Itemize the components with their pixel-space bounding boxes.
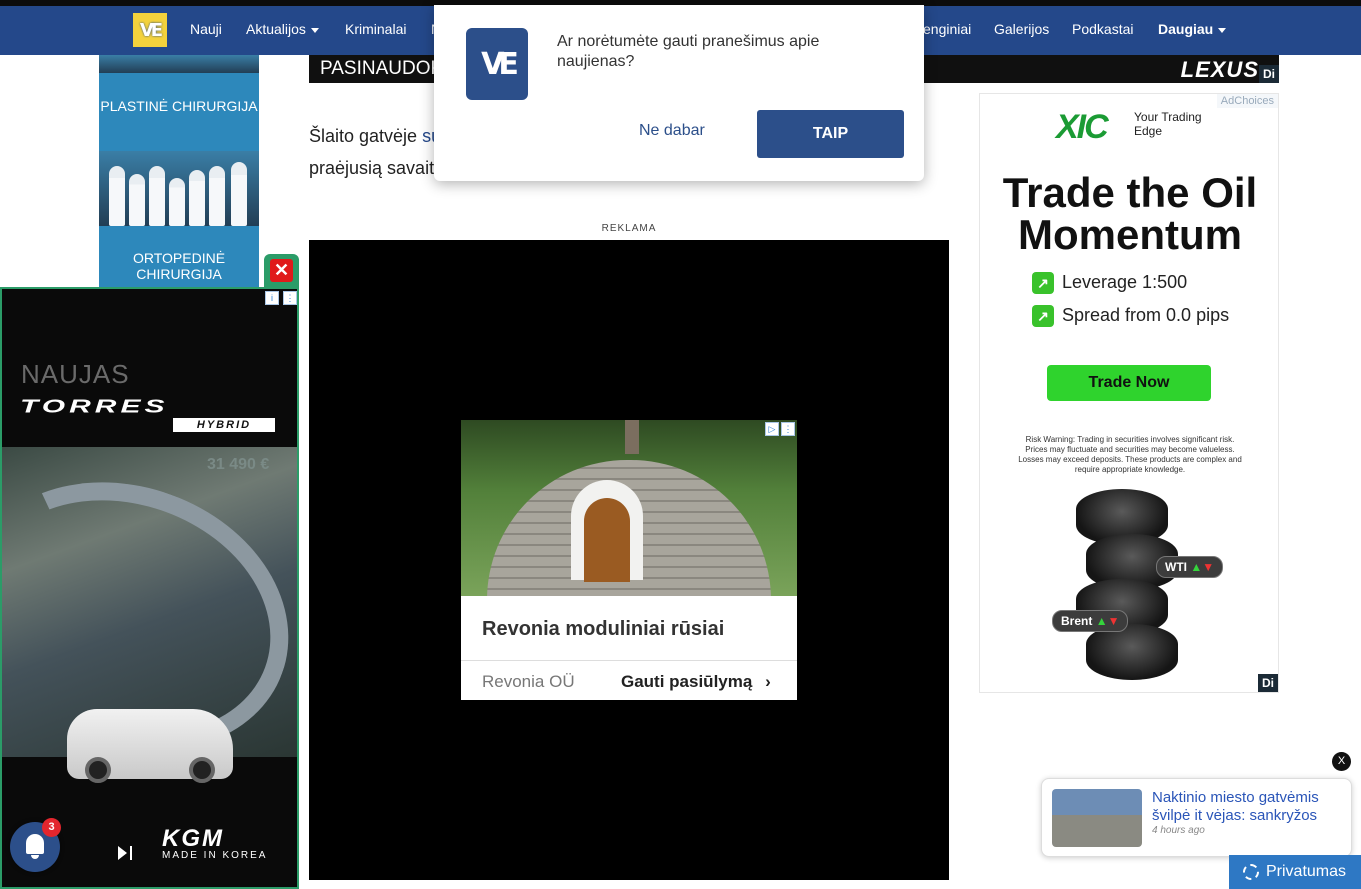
risk-warning: Risk Warning: Trading in securities invo… — [1018, 435, 1242, 474]
chimney — [625, 420, 639, 454]
doctors-photo-top — [99, 55, 259, 73]
nav-item-renginiai[interactable]: enginiai — [923, 21, 971, 37]
ad-bullet-leverage: ↗ Leverage 1:500 — [1032, 272, 1188, 295]
close-ad-tab[interactable]: ✕ — [264, 254, 299, 287]
cellar-image: ▷ ⋮ — [461, 420, 797, 596]
right-skyscraper-ad[interactable]: AdChoices XIC Your Trading Edge Trade th… — [979, 93, 1279, 693]
recommended-article-card[interactable]: Naktinio miesto gatvėmis švilpė it vėjas… — [1041, 778, 1352, 857]
wti-pill: WTI ▲▼ — [1156, 556, 1224, 578]
bell-clapper — [31, 855, 39, 859]
trade-now-button[interactable]: Trade Now — [1047, 365, 1211, 401]
left-sticky-ad[interactable]: i ⋮ NAUJAS TORRES HYBRID 31 490 € KGM MA… — [0, 287, 299, 889]
ad-headline: Trade the Oil Momentum — [1002, 169, 1258, 258]
push-notification-prompt: VE Ar norėtumėte gauti pranešimus apie n… — [434, 5, 924, 181]
yes-button[interactable]: TAIP — [757, 110, 904, 158]
prompt-logo: VE — [466, 28, 528, 100]
nav-item-nauji[interactable]: Nauji — [190, 21, 222, 37]
native-ad-cta-button[interactable]: Gauti pasiūlymą › — [621, 672, 771, 692]
doctor-figure — [169, 178, 185, 226]
torres-logo: TORRES — [20, 397, 169, 417]
recommended-article-title[interactable]: Naktinio miesto gatvėmis švilpė it vėjas… — [1152, 789, 1342, 825]
prompt-question: Ar norėtumėte gauti pranešimus apie nauj… — [557, 33, 820, 70]
gear-icon — [1243, 864, 1259, 880]
native-ad-advertiser: Revonia OÜ — [482, 672, 575, 691]
close-icon[interactable]: ✕ — [270, 259, 293, 282]
arrow-up-right-icon: ↗ — [1032, 272, 1054, 295]
made-in-korea: MADE IN KOREA — [162, 850, 268, 861]
triangle-up-icon: ▲ — [1190, 560, 1203, 574]
adchoices-icon[interactable]: ▷ — [765, 422, 779, 436]
more-options-icon[interactable]: ⋮ — [283, 291, 297, 305]
not-now-button[interactable]: Ne dabar — [639, 122, 705, 140]
wooden-door — [584, 498, 630, 582]
bell-icon — [26, 834, 44, 854]
site-logo-text: VE — [139, 19, 163, 41]
info-icon[interactable]: i — [265, 291, 279, 305]
ad-label-ortopedine: ORTOPEDINĖ CHIRURGIJA — [132, 250, 226, 282]
divider — [461, 660, 797, 661]
nav-item-galerijos[interactable]: Galerijos — [994, 21, 1049, 37]
play-bar-icon — [130, 846, 132, 860]
nav-item-daugiau[interactable]: Daugiau — [1158, 21, 1227, 37]
wheel — [85, 757, 111, 783]
doctor-figure — [209, 166, 225, 226]
lexus-logo: LEXUS — [1180, 57, 1259, 82]
adchoices-label[interactable]: AdChoices — [1216, 94, 1278, 108]
bullet-text: Leverage 1:500 — [1062, 272, 1188, 292]
native-ad-card[interactable]: ▷ ⋮ Revonia moduliniai rūsiai Revonia OÜ… — [461, 420, 797, 700]
ad-badge[interactable]: Di — [1258, 674, 1278, 692]
article-thumbnail — [1052, 789, 1142, 847]
doctors-photo — [99, 151, 259, 226]
nav-item-aktualijos-label: Aktualijos — [246, 21, 306, 37]
nav-item-podkastai[interactable]: Podkastai — [1072, 21, 1133, 37]
ad-price: 31 490 € — [207, 456, 270, 473]
brent-pill: Brent ▲▼ — [1052, 610, 1129, 632]
notification-count-badge: 3 — [42, 818, 61, 837]
ad-bullet-spread: ↗ Spread from 0.0 pips — [1032, 305, 1230, 328]
hybrid-badge: HYBRID — [173, 418, 275, 432]
privacy-settings-button[interactable]: Privatumas — [1229, 855, 1361, 889]
bullet-text: Spread from 0.0 pips — [1062, 305, 1230, 325]
doctor-figure — [109, 166, 125, 226]
article-text: Šlaito gatvėje — [309, 126, 423, 146]
triangle-up-icon: ▲ — [1095, 614, 1108, 628]
brent-label: Brent — [1061, 614, 1093, 628]
nav-item-aktualijos[interactable]: Aktualijos — [246, 21, 319, 37]
arrow-up-right-icon: ↗ — [1032, 305, 1054, 328]
ad-text-naujas: NAUJAS — [21, 359, 130, 389]
wti-label: WTI — [1165, 560, 1187, 574]
doctor-figure — [129, 174, 145, 226]
ad-label-reklama: REKLAMA — [601, 223, 657, 234]
triangle-down-icon: ▼ — [1107, 614, 1120, 628]
native-ad-title[interactable]: Revonia moduliniai rūsiai — [482, 618, 724, 641]
caret-down-icon — [310, 27, 319, 33]
ad-label-plastine: PLASTINĖ CHIRURGIJA — [100, 98, 258, 114]
kgm-logo: KGM — [162, 825, 224, 852]
prompt-logo-text: VE — [481, 46, 519, 82]
wheel — [189, 757, 215, 783]
ad-badge[interactable]: Di — [1259, 65, 1279, 83]
recommended-article-time: 4 hours ago — [1152, 825, 1205, 836]
xic-logo: XIC — [1056, 108, 1109, 146]
nav-item-daugiau-label: Daugiau — [1158, 21, 1214, 37]
doctor-figure — [189, 170, 205, 226]
xic-tagline: Your Trading Edge — [1134, 110, 1202, 138]
chevron-right-icon: › — [765, 672, 771, 691]
banner-text: PASINAUDOK — [320, 58, 444, 79]
left-skyscraper-ad[interactable]: PLASTINĖ CHIRURGIJA ORTOPEDINĖ CHIRURGIJ… — [99, 55, 259, 288]
caret-down-icon — [1218, 27, 1227, 33]
more-options-icon[interactable]: ⋮ — [781, 422, 795, 436]
doctor-figure — [149, 166, 165, 226]
close-recommendation-button[interactable]: X — [1332, 752, 1351, 771]
site-logo[interactable]: VE — [133, 13, 167, 47]
play-icon[interactable] — [118, 846, 127, 860]
triangle-down-icon: ▼ — [1202, 560, 1215, 574]
cta-label: Gauti pasiūlymą — [621, 672, 753, 691]
suv-image — [67, 709, 233, 783]
doctor-figure — [231, 162, 247, 226]
privacy-label: Privatumas — [1266, 863, 1347, 880]
nav-item-kriminalai[interactable]: Kriminalai — [345, 21, 406, 37]
oil-barrel — [1086, 624, 1178, 680]
